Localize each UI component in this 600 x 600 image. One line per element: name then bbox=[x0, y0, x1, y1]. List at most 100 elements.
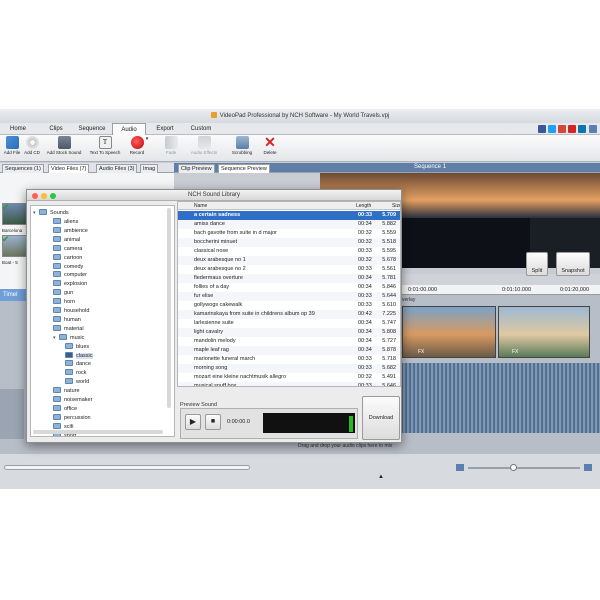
twitter-icon[interactable] bbox=[548, 125, 556, 133]
sound-row[interactable]: follies of a day 00:34 5.846 bbox=[178, 283, 400, 292]
tree-folder[interactable]: blues bbox=[65, 342, 89, 352]
horizontal-scrollbar[interactable] bbox=[4, 465, 250, 470]
scrubbing-button[interactable]: Scrubbing bbox=[228, 136, 256, 155]
sound-name: maple leaf rag bbox=[194, 347, 229, 353]
sound-length: 00:33 bbox=[358, 266, 372, 272]
close-window-icon[interactable] bbox=[32, 193, 38, 199]
sound-row[interactable]: mandolin melody 00:34 5.727 bbox=[178, 337, 400, 346]
tab-video-files[interactable]: Video Files (7) bbox=[48, 164, 90, 173]
video-clip[interactable] bbox=[402, 306, 496, 358]
stop-button[interactable]: ■ bbox=[205, 414, 221, 430]
delete-label: Delete bbox=[263, 150, 277, 155]
tree-folder[interactable]: classic bbox=[65, 351, 93, 361]
sound-row[interactable]: fledermaus overture 00:34 5.781 bbox=[178, 274, 400, 283]
overlay-track-label: verlay bbox=[402, 297, 416, 303]
tab-images[interactable]: Imag bbox=[140, 164, 159, 173]
tree-horizontal-scrollbar[interactable] bbox=[33, 430, 163, 434]
tree-folder[interactable]: computer bbox=[53, 271, 87, 280]
tab-sequences[interactable]: Sequences (1) bbox=[2, 164, 44, 173]
sound-row[interactable]: morning song 00:33 5.682 bbox=[178, 364, 400, 373]
sound-row[interactable]: mozart eine kleine nachtmusik allegro 00:… bbox=[178, 373, 400, 382]
tab-export[interactable]: Export bbox=[150, 123, 180, 135]
record-dropdown-button[interactable]: ▾ bbox=[144, 136, 150, 142]
add-stock-sound-button[interactable]: Add Stock Sound bbox=[43, 136, 85, 155]
text-to-speech-button[interactable]: T Text To Speech bbox=[86, 136, 124, 155]
add-cd-button[interactable]: Add CD bbox=[21, 136, 43, 155]
zoom-out-icon[interactable] bbox=[456, 464, 464, 471]
tree-folder[interactable]: comedy bbox=[53, 262, 83, 272]
sound-row[interactable]: classical nose 00:33 5.595 bbox=[178, 247, 400, 256]
tree-folder[interactable]: explosion bbox=[53, 280, 87, 289]
audio-effects-button[interactable]: Audio Effects bbox=[186, 136, 222, 155]
delete-button[interactable]: ✕ Delete bbox=[259, 135, 281, 155]
tree-folder[interactable]: horn bbox=[53, 298, 75, 307]
sound-row[interactable]: light cavalry 00:34 5.808 bbox=[178, 328, 400, 337]
tree-folder[interactable]: nature bbox=[53, 387, 80, 396]
sound-row[interactable]: boccherini minuet 00:32 5.518 bbox=[178, 238, 400, 247]
column-length[interactable]: Length bbox=[356, 202, 371, 210]
tree-folder[interactable]: human bbox=[53, 315, 81, 325]
sound-size: 5.491 bbox=[382, 374, 396, 380]
sound-row[interactable]: musical snuff box 00:33 5.646 bbox=[178, 382, 400, 387]
tree-folder[interactable]: aliens bbox=[53, 218, 78, 227]
sound-row[interactable]: maple leaf rag 00:34 5.878 bbox=[178, 346, 400, 355]
tree-folder[interactable]: camera bbox=[53, 244, 82, 254]
tree-folder[interactable]: percussion bbox=[53, 413, 91, 423]
zoom-in-icon[interactable] bbox=[584, 464, 592, 471]
download-button[interactable]: Download bbox=[362, 396, 400, 440]
tree-folder[interactable]: cartoon bbox=[53, 253, 82, 263]
linkedin-icon[interactable] bbox=[578, 125, 586, 133]
play-button[interactable]: ▶ bbox=[185, 414, 201, 430]
tree-folder[interactable]: world bbox=[65, 378, 89, 387]
split-button[interactable]: Split bbox=[526, 252, 548, 276]
tree-folder[interactable]: animal bbox=[53, 235, 80, 245]
fx-label[interactable]: FX bbox=[418, 349, 424, 355]
tab-audio[interactable]: Audio bbox=[112, 123, 146, 135]
sound-name: musical snuff box bbox=[194, 383, 237, 387]
help-icon[interactable] bbox=[589, 125, 597, 133]
tree-folder[interactable]: gun bbox=[53, 289, 73, 298]
tab-custom[interactable]: Custom bbox=[184, 123, 218, 135]
tab-home[interactable]: Home bbox=[4, 123, 32, 135]
zoom-window-icon[interactable] bbox=[50, 193, 56, 199]
tab-sequence-preview[interactable]: Sequence Preview bbox=[218, 164, 270, 173]
sound-row[interactable]: kamarinskaya from suite in childrens alb… bbox=[178, 310, 400, 319]
zoom-slider[interactable] bbox=[468, 467, 580, 469]
tab-audio-files[interactable]: Audio Files (3) bbox=[96, 164, 138, 173]
zoom-slider-handle[interactable] bbox=[510, 464, 517, 471]
facebook-icon[interactable] bbox=[538, 125, 546, 133]
sound-row[interactable]: bach gavotte from suite in d major 00:32 5… bbox=[178, 229, 400, 238]
fx-label[interactable]: FX bbox=[512, 349, 518, 355]
fade-icon bbox=[164, 136, 178, 149]
sound-row[interactable]: larlesienne suite 00:34 5.747 bbox=[178, 319, 400, 328]
audio-waveform[interactable] bbox=[402, 363, 600, 433]
sound-row[interactable]: gollywogs cakewalk 00:33 5.610 bbox=[178, 301, 400, 310]
fade-button[interactable]: Fade bbox=[160, 136, 182, 155]
add-file-button[interactable]: Add File bbox=[1, 136, 23, 155]
scroll-up-icon[interactable]: ▲ bbox=[378, 474, 384, 480]
tab-clip-preview[interactable]: Clip Preview bbox=[178, 164, 215, 173]
google-plus-icon[interactable] bbox=[558, 125, 566, 133]
sound-row[interactable]: deux arabesque no 1 00:32 5.678 bbox=[178, 256, 400, 265]
sound-row[interactable]: deux arabesque no 2 00:33 5.561 bbox=[178, 265, 400, 274]
tree-folder[interactable]: ambience bbox=[53, 226, 88, 236]
tree-folder[interactable]: material bbox=[53, 324, 84, 334]
tree-scrollbar[interactable] bbox=[167, 208, 171, 408]
minimize-window-icon[interactable] bbox=[41, 193, 47, 199]
tab-sequence[interactable]: Sequence bbox=[74, 123, 110, 135]
tab-clips[interactable]: Clips bbox=[42, 123, 70, 135]
tree-folder[interactable]: noisemaker bbox=[53, 396, 92, 405]
sound-row[interactable]: amiss dance 00:34 5.882 bbox=[178, 220, 400, 229]
tree-folder[interactable]: rock bbox=[65, 369, 86, 378]
tree-folder[interactable]: household bbox=[53, 307, 89, 316]
tree-folder[interactable]: office bbox=[53, 404, 77, 414]
sound-row[interactable]: fur elise 00:33 5.644 bbox=[178, 292, 400, 301]
tree-folder[interactable]: dance bbox=[65, 360, 91, 369]
sound-row[interactable]: marionette funeral march 00:33 5.718 bbox=[178, 355, 400, 364]
tree-root[interactable]: ▾ Sounds bbox=[33, 209, 69, 218]
snapshot-button[interactable]: Snapshot bbox=[556, 252, 590, 276]
tree-folder[interactable]: ▾ music bbox=[53, 333, 84, 343]
sound-row[interactable]: a certain sadness 00:33 5.709 bbox=[178, 211, 400, 220]
column-name[interactable]: Name bbox=[194, 202, 207, 210]
youtube-icon[interactable] bbox=[568, 125, 576, 133]
